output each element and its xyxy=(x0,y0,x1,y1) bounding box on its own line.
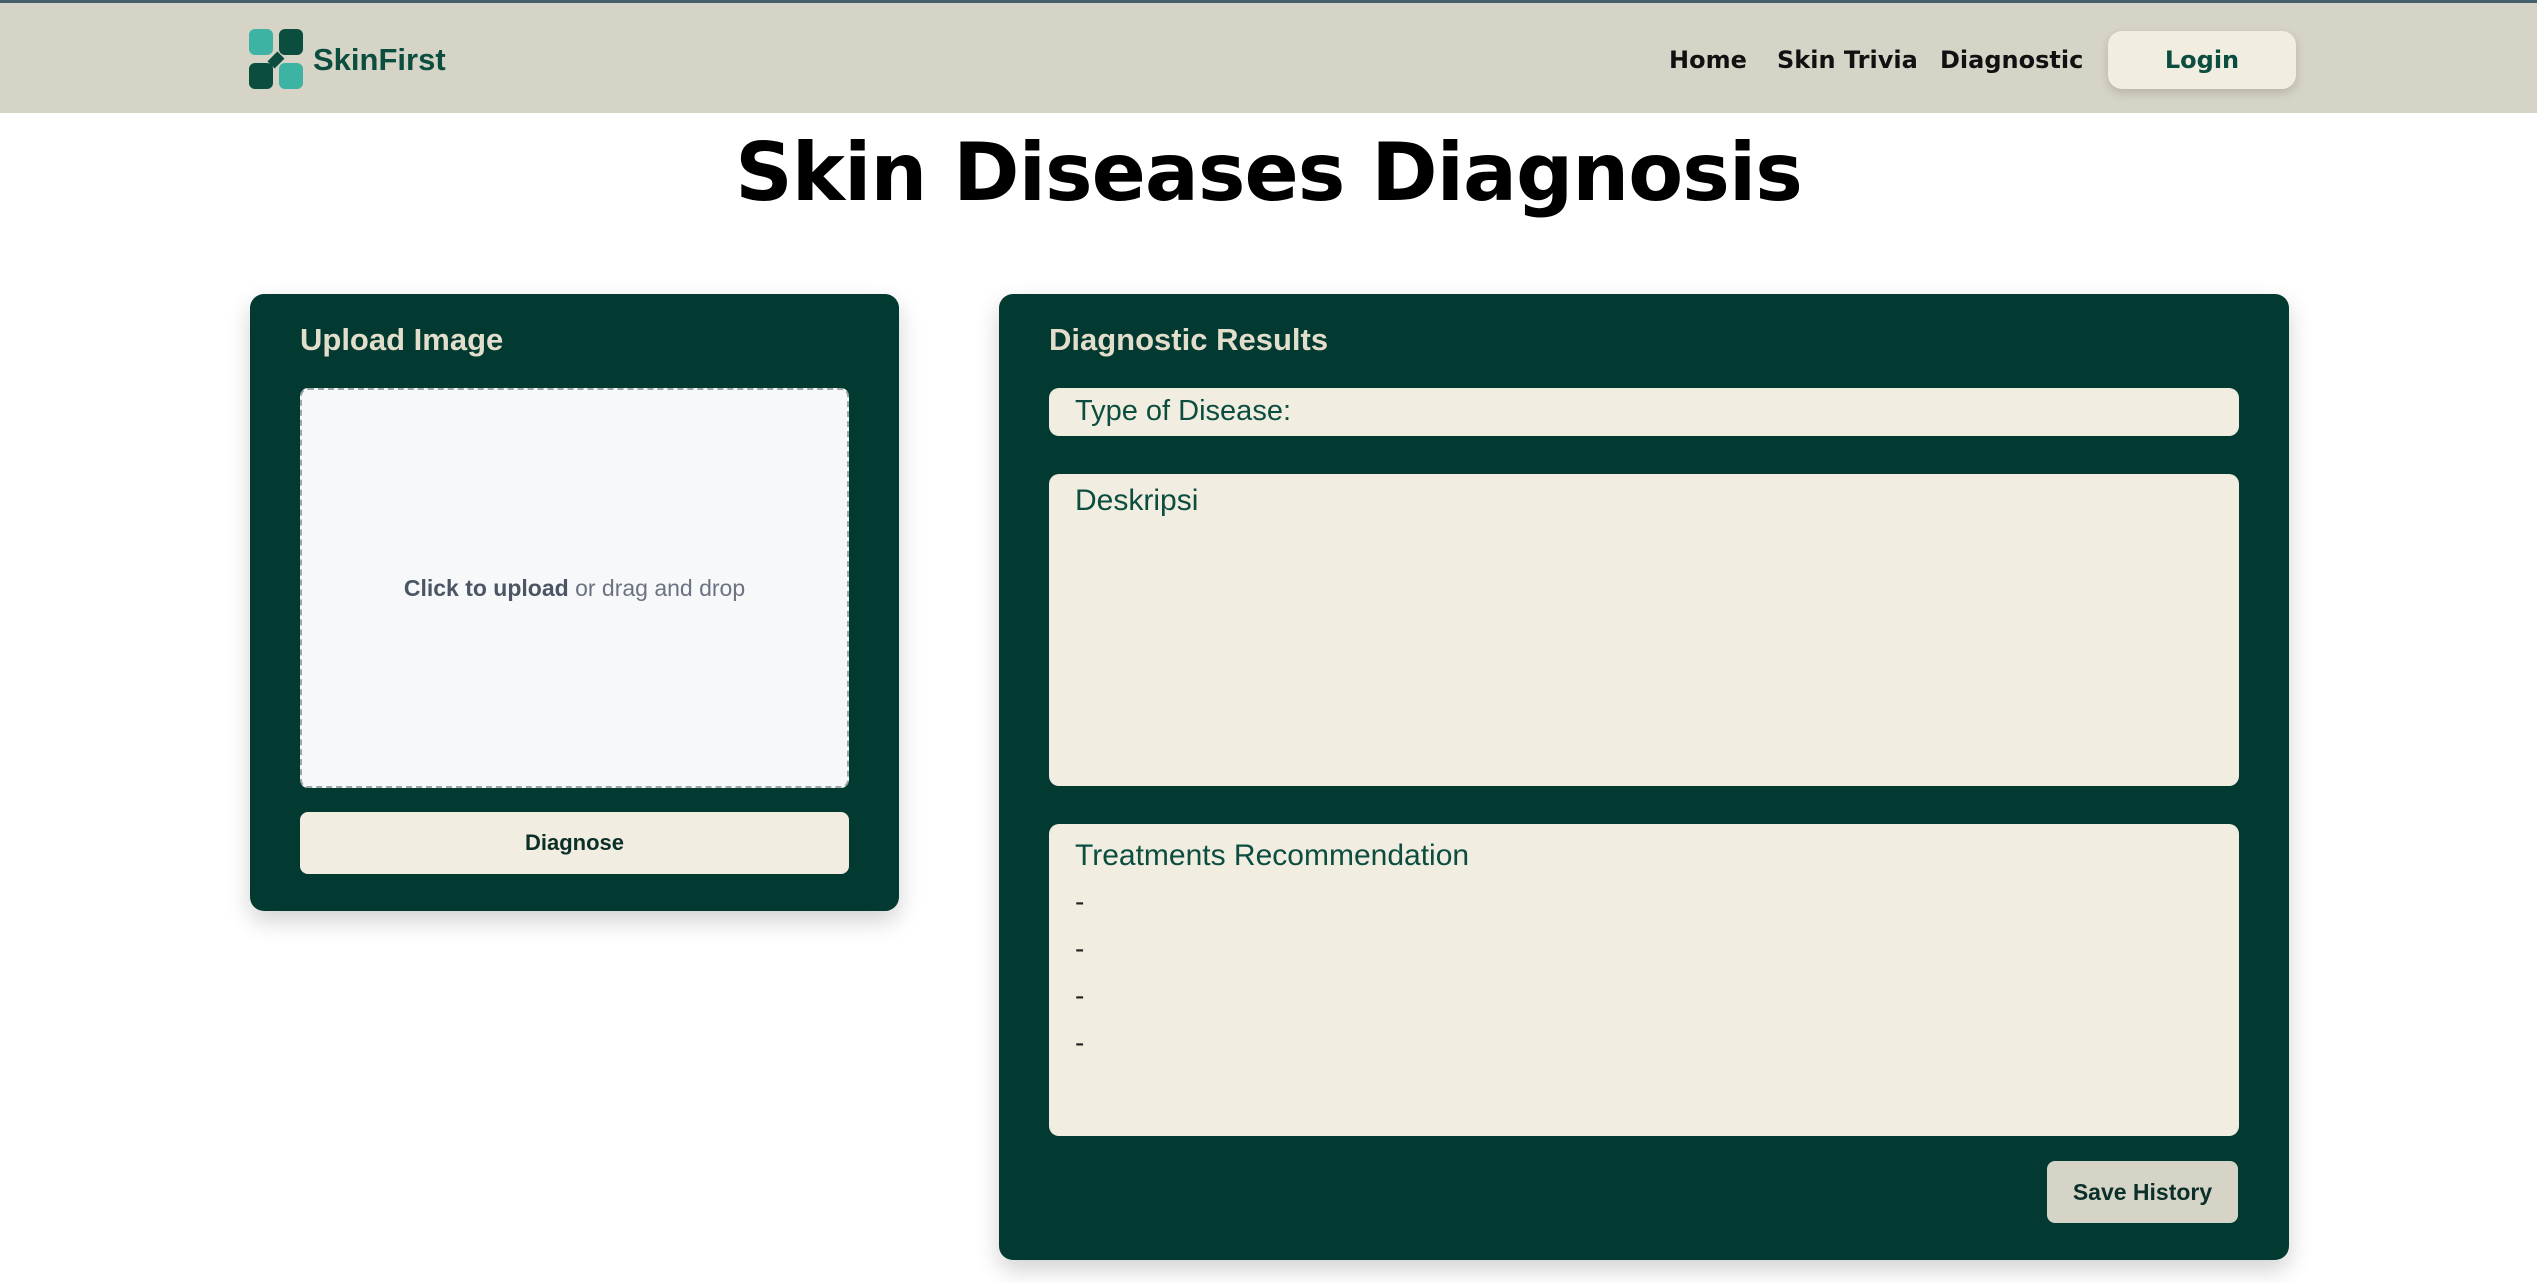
treatments-label: Treatments Recommendation xyxy=(1075,839,1470,872)
login-button[interactable]: Login xyxy=(2108,31,2296,89)
results-title: Diagnostic Results xyxy=(1049,322,1329,357)
navbar: SkinFirst Home Skin Trivia Diagnostic Lo… xyxy=(0,3,2537,113)
treatments-box: Treatments Recommendation - - - - xyxy=(1049,824,2239,1136)
diagnose-button[interactable]: Diagnose xyxy=(300,812,849,874)
image-dropzone[interactable]: Click to upload or drag and drop xyxy=(300,388,849,788)
description-box: Deskripsi xyxy=(1049,474,2239,786)
treatment-item: - xyxy=(1075,886,1085,917)
nav-diagnostic[interactable]: Diagnostic xyxy=(1940,40,2083,80)
treatment-item: - xyxy=(1075,933,1085,964)
treatment-item: - xyxy=(1075,1027,1085,1058)
brand-logo[interactable]: SkinFirst xyxy=(249,29,446,91)
save-history-button[interactable]: Save History xyxy=(2047,1161,2238,1223)
upload-title: Upload Image xyxy=(300,322,504,357)
page-title: Skin Diseases Diagnosis xyxy=(735,126,1803,219)
logo-icon xyxy=(249,29,305,91)
treatment-item: - xyxy=(1075,980,1085,1011)
click-to-upload-text[interactable]: Click to upload xyxy=(404,575,569,601)
brand-name: SkinFirst xyxy=(313,42,446,77)
nav-skin-trivia[interactable]: Skin Trivia xyxy=(1777,40,1918,80)
results-panel: Diagnostic Results Type of Disease: Desk… xyxy=(999,294,2289,1260)
description-label: Deskripsi xyxy=(1075,484,1199,517)
upload-panel: Upload Image Click to upload or drag and… xyxy=(250,294,899,911)
disease-type-field: Type of Disease: xyxy=(1049,388,2239,436)
nav-home[interactable]: Home xyxy=(1669,40,1747,80)
drag-drop-text: or drag and drop xyxy=(568,574,746,601)
disease-type-label: Type of Disease: xyxy=(1075,395,1291,427)
dropzone-text: Click to upload or drag and drop xyxy=(404,575,745,602)
